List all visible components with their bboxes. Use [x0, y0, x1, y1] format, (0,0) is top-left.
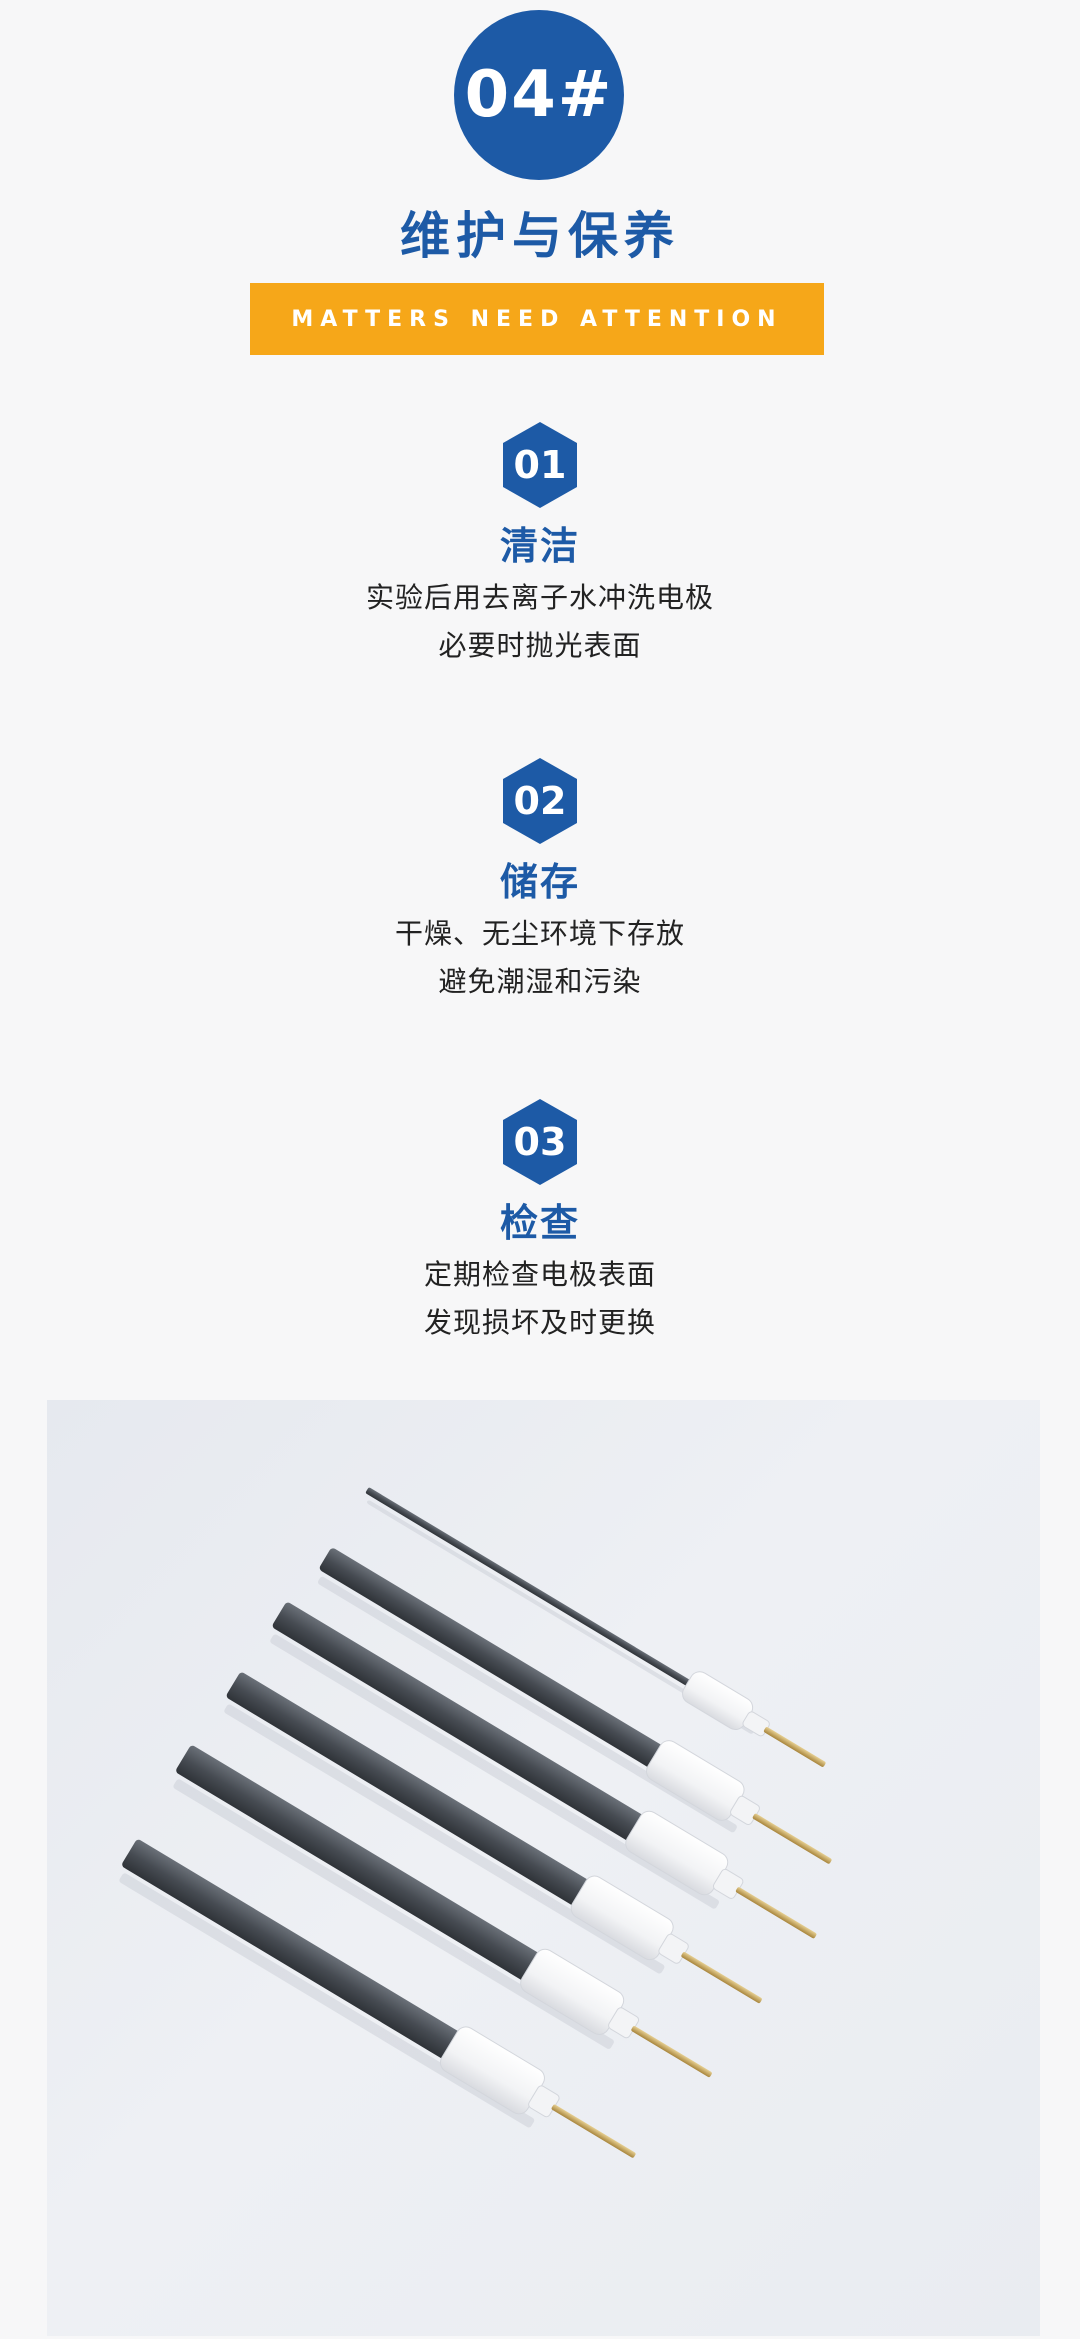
hexagon-number-icon: 01 — [500, 420, 580, 510]
item-description-line: 干燥、无尘环境下存放 — [394, 917, 685, 950]
item-title: 储存 — [499, 860, 580, 904]
product-photo — [47, 1400, 1040, 2336]
item-number: 02 — [513, 779, 567, 823]
hexagon-number-icon: 02 — [500, 756, 580, 846]
page: 04# 维护与保养 MATTERS NEED ATTENTION 01 清洁 实… — [0, 0, 1080, 2339]
item-title: 检查 — [499, 1201, 580, 1245]
hexagon-number-icon: 03 — [500, 1097, 580, 1187]
item-number: 01 — [513, 443, 567, 487]
item-description-line: 避免潮湿和污染 — [438, 965, 642, 998]
electrodes-illustration — [119, 1487, 832, 2158]
item-title: 清洁 — [499, 524, 580, 568]
item-description-line: 必要时抛光表面 — [438, 629, 642, 662]
item-number: 03 — [513, 1120, 567, 1164]
item-description-line: 实验后用去离子水冲洗电极 — [365, 581, 714, 614]
subtitle-banner: MATTERS NEED ATTENTION — [250, 283, 824, 355]
section-number: 04# — [464, 58, 614, 132]
tip-item-cleaning: 01 清洁 实验后用去离子水冲洗电极 必要时抛光表面 — [0, 420, 1080, 670]
section-number-badge: 04# — [454, 10, 624, 180]
tip-item-storage: 02 储存 干燥、无尘环境下存放 避免潮湿和污染 — [0, 756, 1080, 1006]
page-title: 维护与保养 — [400, 207, 680, 265]
subtitle-banner-text: MATTERS NEED ATTENTION — [291, 306, 783, 332]
item-description-line: 发现损坏及时更换 — [423, 1306, 656, 1339]
item-description-line: 定期检查电极表面 — [423, 1258, 656, 1291]
tip-item-inspection: 03 检查 定期检查电极表面 发现损坏及时更换 — [0, 1097, 1080, 1347]
